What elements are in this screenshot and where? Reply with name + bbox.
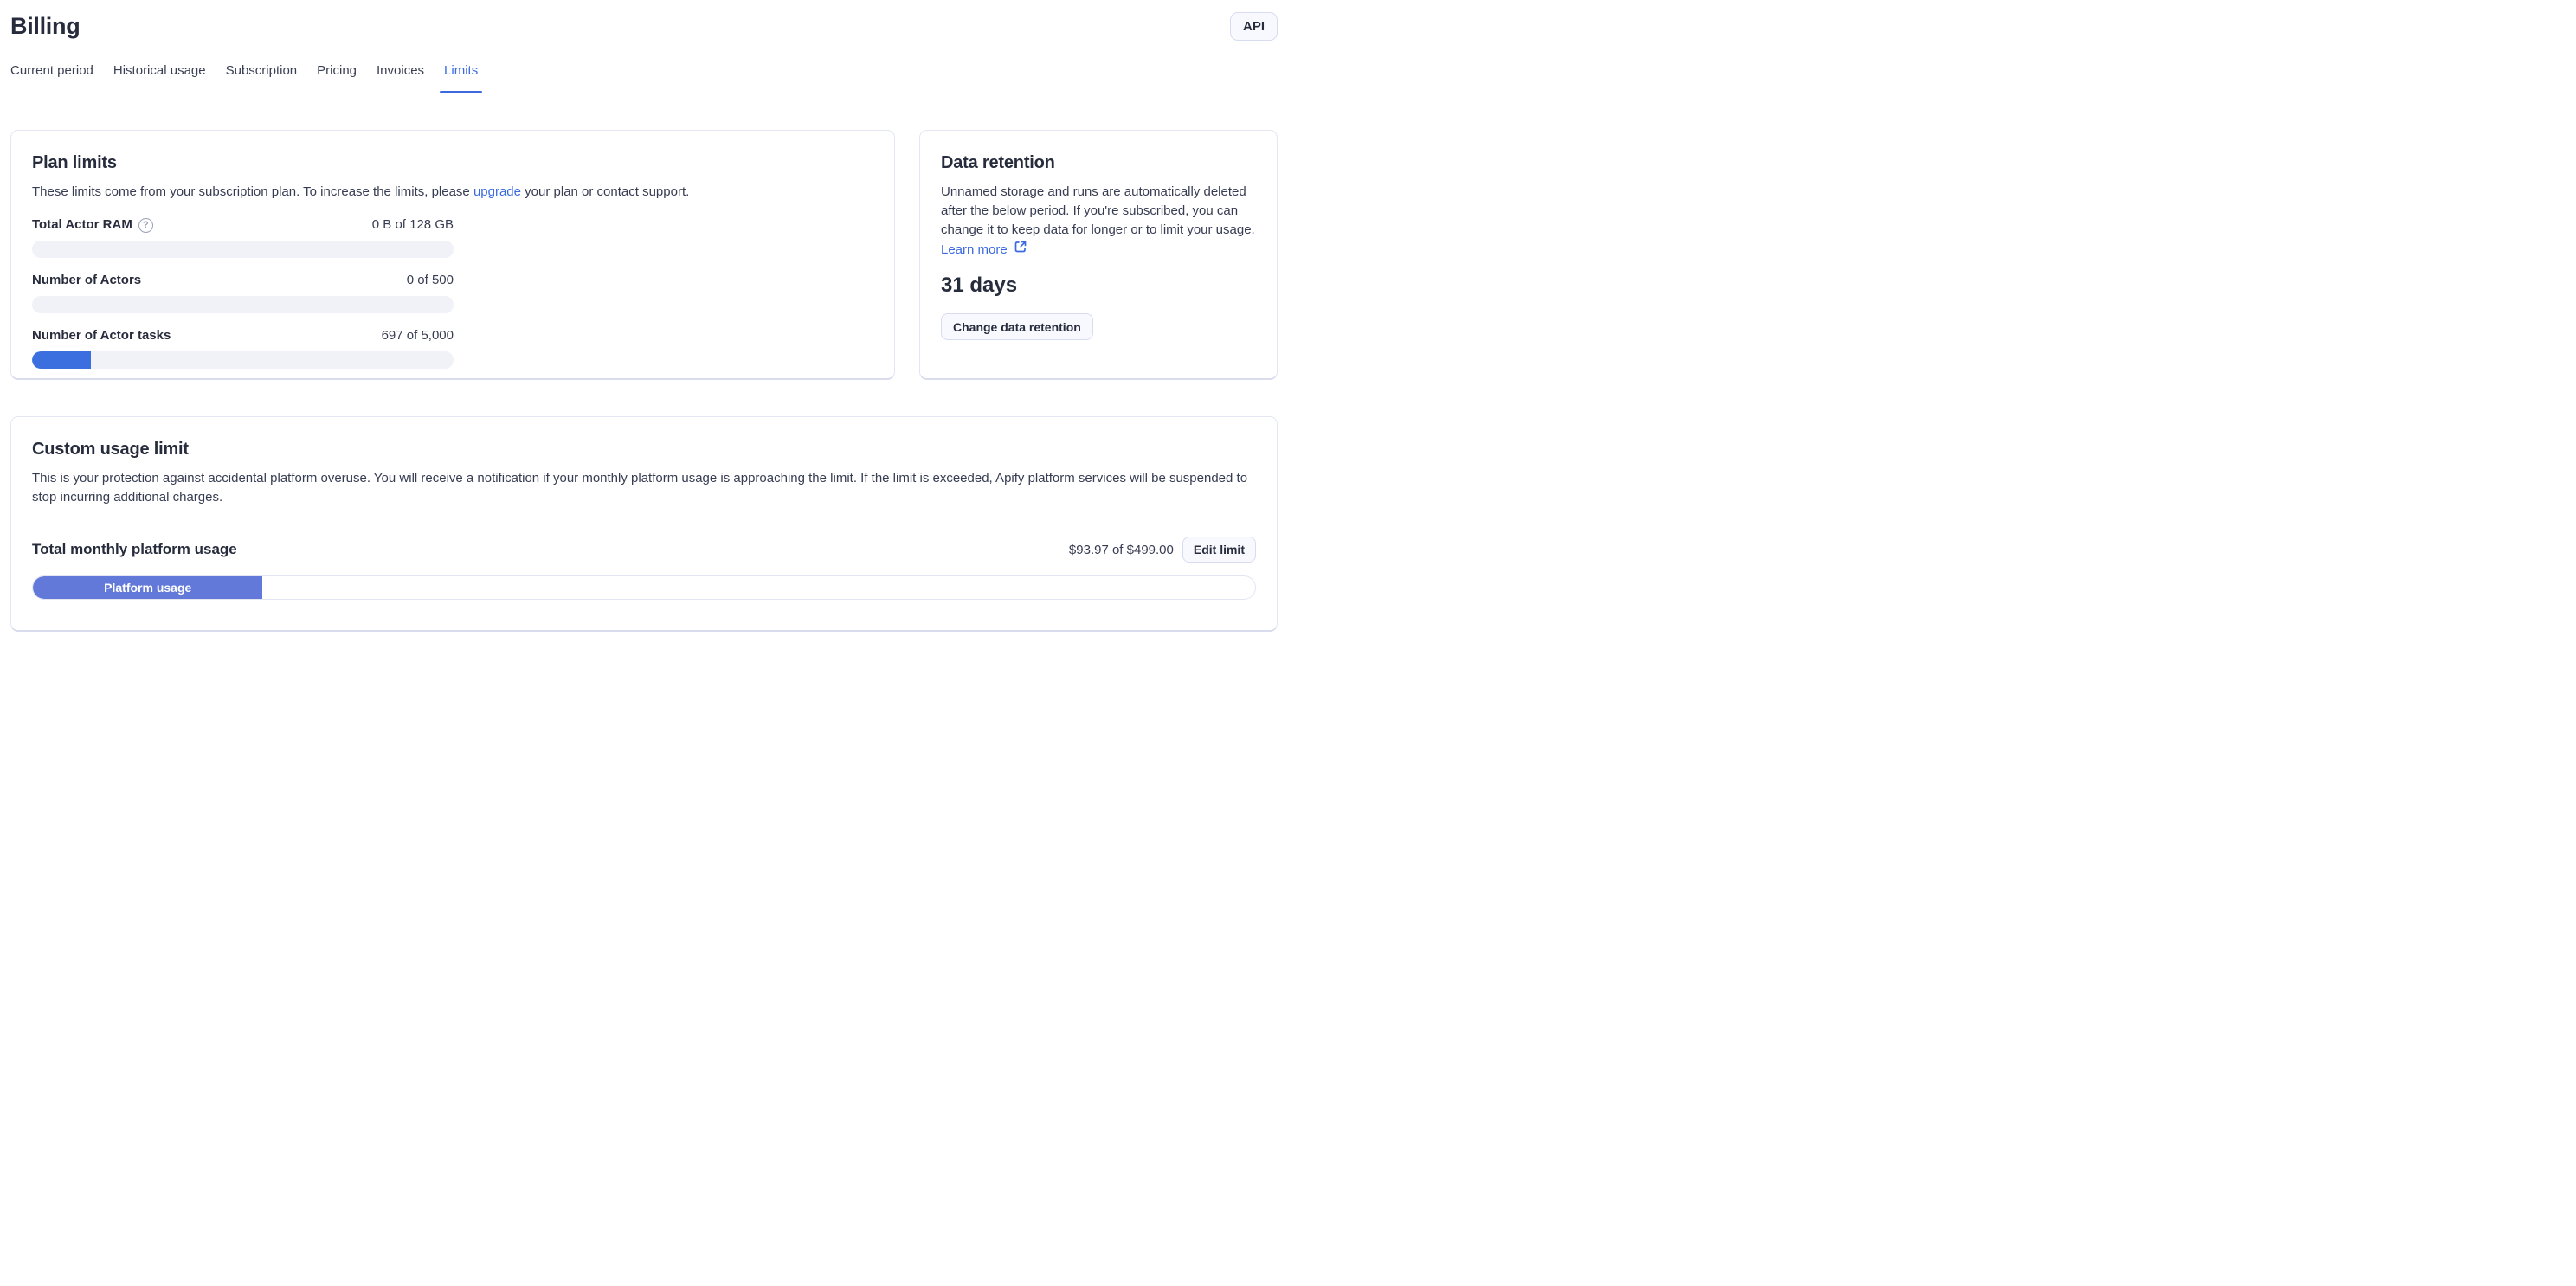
limit-row-head: Total Actor RAM? 0 B of 128 GB	[32, 216, 454, 234]
edit-limit-button[interactable]: Edit limit	[1182, 537, 1256, 563]
learn-more-link[interactable]: Learn more	[941, 240, 1027, 260]
progress-track	[32, 351, 454, 369]
plan-limits-card: Plan limits These limits come from your …	[10, 130, 895, 380]
limit-label: Number of Actor tasks	[32, 327, 171, 344]
limit-value: 0 of 500	[407, 272, 454, 289]
page-title: Billing	[10, 12, 80, 40]
api-button[interactable]: API	[1230, 12, 1278, 41]
custom-usage-limit-title: Custom usage limit	[32, 438, 1256, 460]
tab-limits[interactable]: Limits	[444, 58, 478, 93]
limit-row-number-of-actors: Number of Actors 0 of 500	[32, 272, 454, 313]
billing-page: Billing API Current period Historical us…	[0, 0, 1288, 632]
plan-limits-description-suffix: your plan or contact support.	[521, 184, 689, 199]
limit-value: 0 B of 128 GB	[372, 216, 454, 234]
tab-historical-usage[interactable]: Historical usage	[113, 58, 206, 93]
change-data-retention-button[interactable]: Change data retention	[941, 313, 1093, 340]
tab-invoices[interactable]: Invoices	[377, 58, 424, 93]
plan-limits-list: Total Actor RAM? 0 B of 128 GB Number of…	[32, 216, 454, 369]
data-retention-description: Unnamed storage and runs are automatical…	[941, 183, 1256, 240]
plan-limits-title: Plan limits	[32, 151, 873, 174]
external-link-icon	[1014, 240, 1027, 260]
retention-period-value: 31 days	[941, 273, 1256, 299]
limit-row-head: Number of Actors 0 of 500	[32, 272, 454, 289]
learn-more-label: Learn more	[941, 241, 1008, 260]
limit-label-text: Number of Actor tasks	[32, 327, 171, 344]
tab-subscription[interactable]: Subscription	[226, 58, 298, 93]
limit-label-text: Number of Actors	[32, 272, 141, 289]
data-retention-title: Data retention	[941, 151, 1256, 174]
limit-label: Total Actor RAM?	[32, 216, 153, 234]
limit-row-head: Number of Actor tasks 697 of 5,000	[32, 327, 454, 344]
tab-pricing[interactable]: Pricing	[317, 58, 357, 93]
progress-fill	[32, 351, 91, 369]
usage-fill-label: Platform usage	[104, 581, 191, 595]
help-icon[interactable]: ?	[138, 218, 153, 233]
limit-row-total-actor-ram: Total Actor RAM? 0 B of 128 GB	[32, 216, 454, 258]
usage-progress-fill: Platform usage	[33, 576, 262, 599]
progress-track	[32, 296, 454, 313]
limit-value: 697 of 5,000	[382, 327, 454, 344]
usage-value: $93.97 of $499.00	[1069, 543, 1174, 557]
page-header: Billing API	[10, 0, 1278, 41]
top-cards-row: Plan limits These limits come from your …	[10, 130, 1278, 380]
custom-usage-limit-description: This is your protection against accident…	[32, 469, 1256, 507]
usage-summary-row: Total monthly platform usage $93.97 of $…	[32, 537, 1256, 563]
custom-usage-limit-card: Custom usage limit This is your protecti…	[10, 416, 1278, 632]
upgrade-link[interactable]: upgrade	[473, 184, 521, 199]
usage-progress-track: Platform usage	[32, 575, 1256, 600]
limit-row-number-of-actor-tasks: Number of Actor tasks 697 of 5,000	[32, 327, 454, 369]
plan-limits-description-prefix: These limits come from your subscription…	[32, 184, 473, 199]
tab-current-period[interactable]: Current period	[10, 58, 93, 93]
usage-label: Total monthly platform usage	[32, 541, 237, 558]
plan-limits-description: These limits come from your subscription…	[32, 183, 873, 202]
limit-label-text: Total Actor RAM	[32, 216, 132, 234]
limit-label: Number of Actors	[32, 272, 141, 289]
data-retention-card: Data retention Unnamed storage and runs …	[919, 130, 1278, 380]
billing-tabs: Current period Historical usage Subscrip…	[10, 58, 1278, 93]
progress-track	[32, 241, 454, 258]
usage-right-group: $93.97 of $499.00 Edit limit	[1069, 537, 1256, 563]
